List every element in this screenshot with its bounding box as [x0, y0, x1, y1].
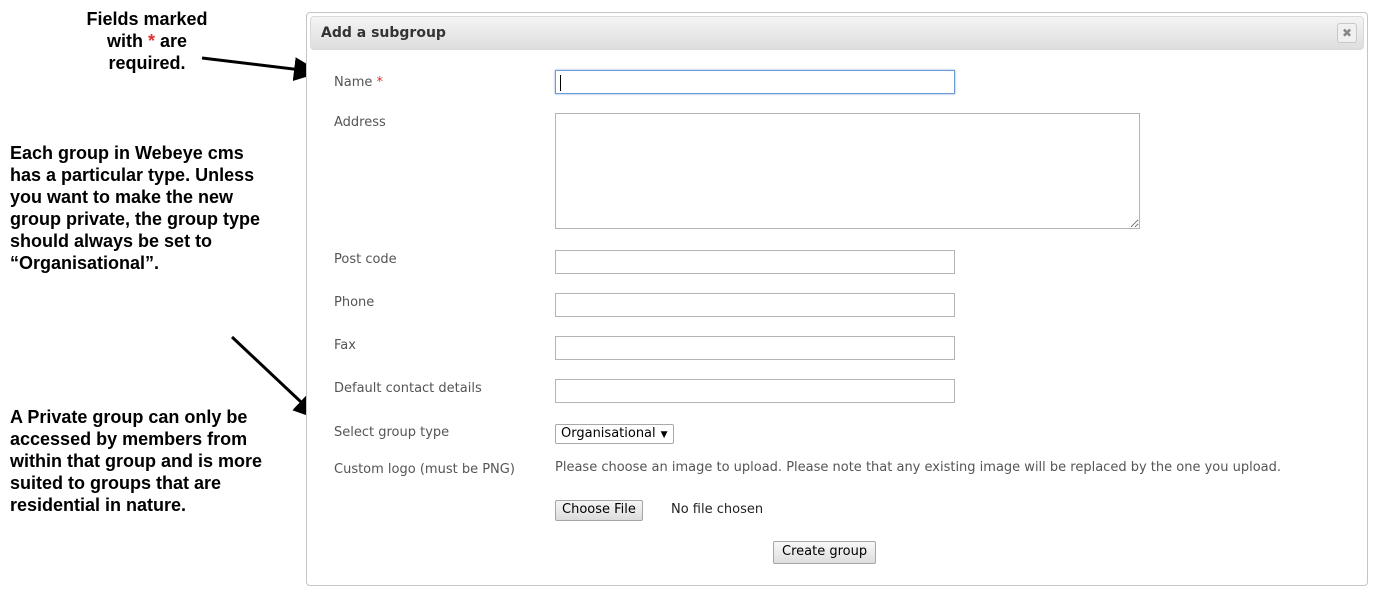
logo-upload-help: Please choose an image to upload. Please… [555, 460, 1282, 475]
note-line-3: required. [108, 53, 186, 73]
dialog-titlebar[interactable]: Add a subgroup ✖ [310, 16, 1364, 50]
group-type-select[interactable]: Organisational ▼ [555, 424, 674, 444]
chevron-down-icon: ▼ [660, 430, 668, 440]
note-line-1: Fields marked [86, 9, 208, 29]
add-subgroup-dialog: Add a subgroup ✖ Name * Address Post cod… [306, 12, 1368, 586]
address-label: Address [334, 115, 386, 130]
custom-logo-label: Custom logo (must be PNG) [334, 462, 515, 477]
fax-label: Fax [334, 338, 356, 353]
required-star: * [376, 75, 384, 90]
close-icon[interactable]: ✖ [1337, 23, 1357, 43]
required-fields-note: Fields marked with * are required. [62, 8, 232, 74]
choose-file-button[interactable]: Choose File [555, 500, 643, 521]
name-label: Name * [334, 75, 383, 90]
fax-input[interactable] [555, 336, 955, 360]
text-cursor [560, 75, 561, 91]
note-line-2: with * are [106, 31, 188, 51]
phone-label: Phone [334, 295, 375, 310]
name-input[interactable] [555, 70, 955, 94]
address-textarea[interactable] [555, 113, 1140, 229]
default-contact-label: Default contact details [334, 381, 482, 396]
default-contact-input[interactable] [555, 379, 955, 403]
phone-input[interactable] [555, 293, 955, 317]
group-type-note: Each group in Webeye cms has a particula… [10, 143, 261, 273]
file-status: No file chosen [671, 502, 764, 517]
group-type-value: Organisational [561, 426, 656, 441]
post-code-input[interactable] [555, 250, 955, 274]
private-group-note: A Private group can only be accessed by … [10, 407, 262, 515]
required-star: * [147, 31, 155, 51]
dialog-title: Add a subgroup [321, 25, 446, 41]
post-code-label: Post code [334, 252, 397, 267]
group-type-label: Select group type [334, 425, 450, 440]
create-group-button[interactable]: Create group [773, 541, 877, 564]
